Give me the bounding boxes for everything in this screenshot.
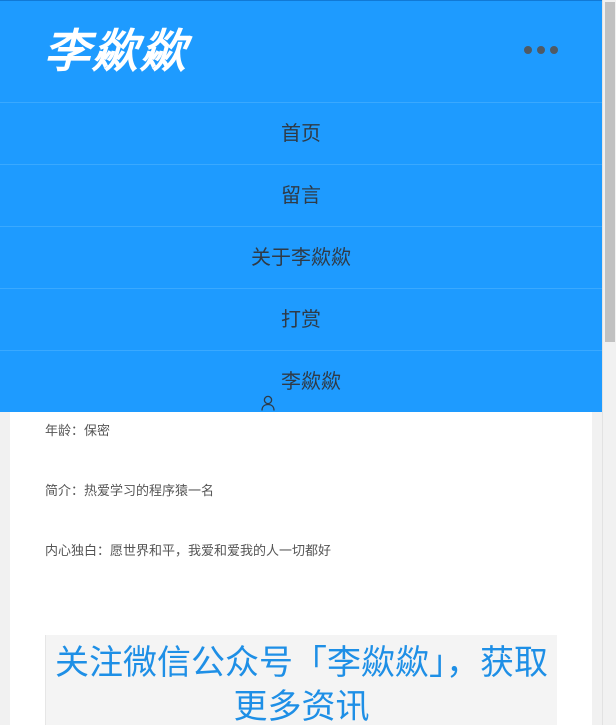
menu-item-about[interactable]: 关于李歘歘 bbox=[0, 226, 602, 288]
profile-age: 年龄：保密 bbox=[45, 424, 111, 439]
profile-monologue: 内心独白：愿世界和平，我爱和爱我的人一切都好 bbox=[45, 544, 332, 559]
scrollbar-thumb[interactable] bbox=[605, 2, 615, 342]
page-viewport: 年龄：保密 简介：热爱学习的程序猿一名 内心独白：愿世界和平，我爱和爱我的人一切… bbox=[0, 0, 602, 725]
menu-item-label: 留言 bbox=[281, 183, 321, 207]
vertical-scrollbar[interactable] bbox=[602, 0, 616, 725]
menu-item-label: 打赏 bbox=[281, 307, 321, 331]
menu-item-label: 首页 bbox=[281, 121, 321, 145]
menu-item-reward[interactable]: 打赏 bbox=[0, 288, 602, 350]
site-header: 李歘歘 bbox=[0, 0, 602, 102]
menu-item-user[interactable]: 李歘歘 bbox=[0, 350, 602, 412]
ellipsis-icon[interactable] bbox=[524, 39, 558, 61]
user-icon bbox=[261, 374, 275, 411]
menu-item-home[interactable]: 首页 bbox=[0, 102, 602, 164]
wechat-banner-text: 关注微信公众号「李歘歘」，获取更多资讯 bbox=[55, 643, 548, 725]
dropdown-menu: 首页 留言 关于李歘歘 打赏 李歘歘 bbox=[0, 102, 602, 412]
site-logo[interactable]: 李歘歘 bbox=[44, 21, 188, 81]
profile-intro: 简介：热爱学习的程序猿一名 bbox=[45, 484, 215, 499]
dot bbox=[524, 46, 532, 54]
dot bbox=[550, 46, 558, 54]
menu-item-label: 李歘歘 bbox=[281, 369, 341, 393]
menu-item-label: 关于李歘歘 bbox=[251, 245, 351, 269]
wechat-banner: 关注微信公众号「李歘歘」，获取更多资讯 bbox=[45, 635, 557, 725]
profile-card: 年龄：保密 简介：热爱学习的程序猿一名 内心独白：愿世界和平，我爱和爱我的人一切… bbox=[10, 412, 592, 725]
menu-item-guestbook[interactable]: 留言 bbox=[0, 164, 602, 226]
dot bbox=[537, 46, 545, 54]
